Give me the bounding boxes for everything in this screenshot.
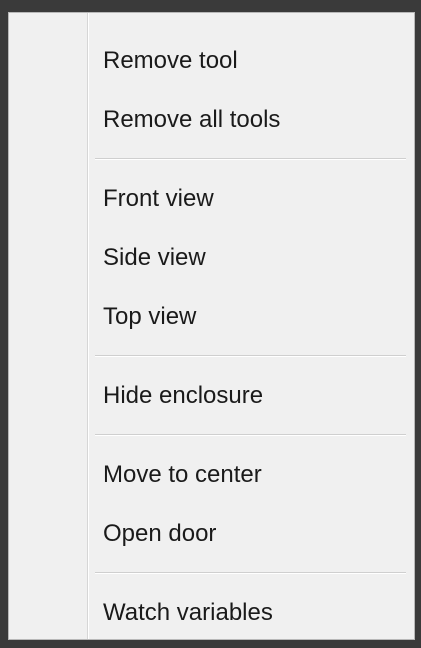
menu-item-front-view[interactable]: Front view bbox=[9, 169, 414, 228]
context-menu-panel: Remove tool Remove all tools Front view … bbox=[8, 12, 415, 640]
menu-item-remove-all-tools[interactable]: Remove all tools bbox=[9, 90, 414, 149]
menu-separator bbox=[9, 149, 414, 169]
menu-item-top-view[interactable]: Top view bbox=[9, 287, 414, 346]
menu-separator bbox=[9, 563, 414, 583]
menu-item-watch-variables[interactable]: Watch variables bbox=[9, 583, 414, 642]
menu-separator bbox=[9, 425, 414, 445]
menu-item-hide-enclosure[interactable]: Hide enclosure bbox=[9, 366, 414, 425]
menu-item-move-to-center[interactable]: Move to center bbox=[9, 445, 414, 504]
menu-item-side-view[interactable]: Side view bbox=[9, 228, 414, 287]
menu-item-open-door[interactable]: Open door bbox=[9, 504, 414, 563]
menu-item-remove-tool[interactable]: Remove tool bbox=[9, 31, 414, 90]
context-menu: Remove tool Remove all tools Front view … bbox=[0, 0, 421, 648]
menu-items: Remove tool Remove all tools Front view … bbox=[9, 31, 414, 642]
menu-separator bbox=[9, 346, 414, 366]
